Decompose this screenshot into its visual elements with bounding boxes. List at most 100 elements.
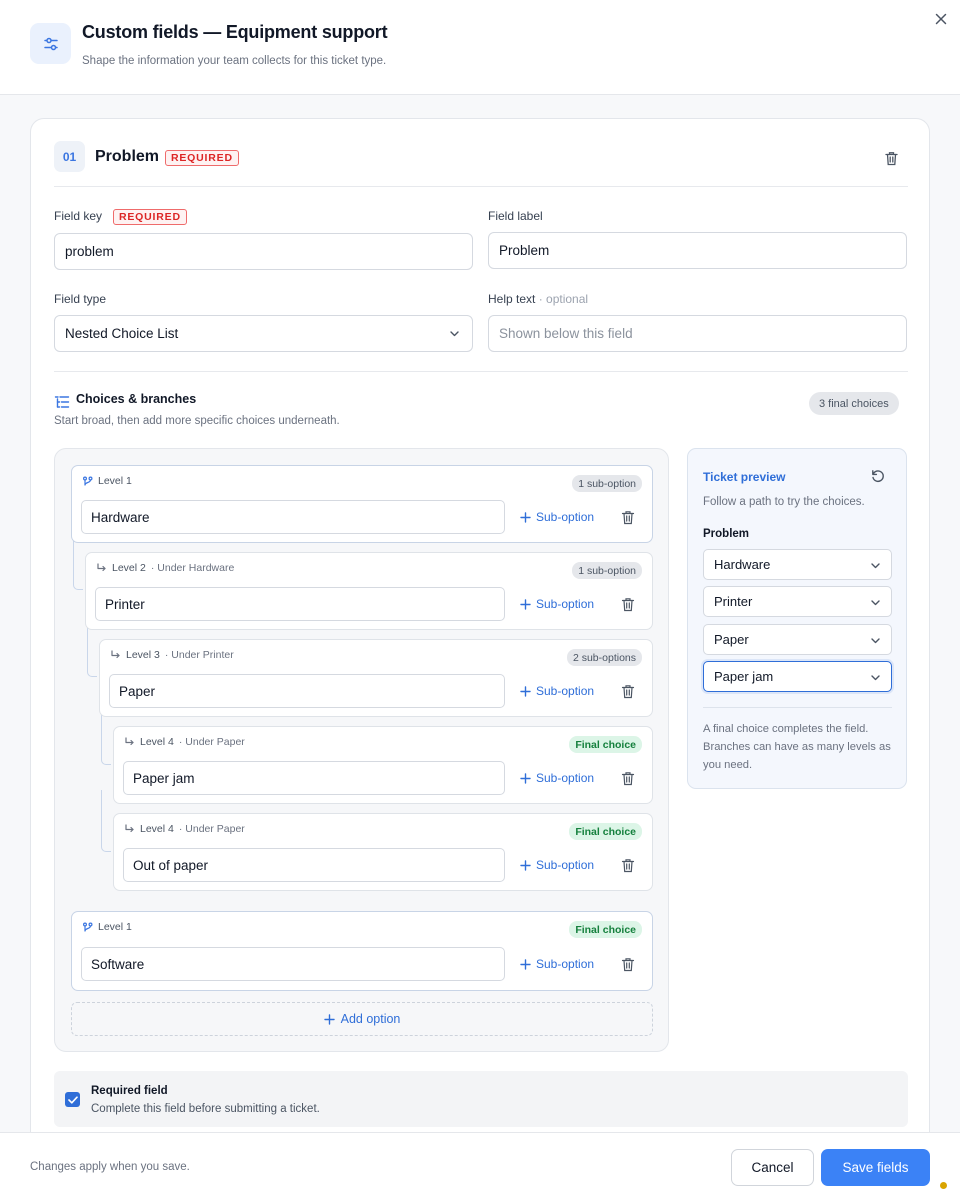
node-level: Level 1 <box>98 475 132 487</box>
footer-note: Changes apply when you save. <box>30 1161 190 1173</box>
choice-input[interactable]: Software <box>81 947 505 981</box>
list-tree-icon <box>54 396 70 408</box>
reset-icon[interactable] <box>870 468 886 484</box>
trash-icon[interactable] <box>621 510 635 525</box>
corner-arrow-icon <box>125 737 134 746</box>
field-type-select[interactable]: Nested Choice List <box>54 315 473 352</box>
node-badge: Final choice <box>569 736 642 753</box>
trash-icon[interactable] <box>621 684 635 699</box>
add-sub-option-button[interactable]: Sub-option <box>520 597 594 611</box>
chevron-down-icon <box>450 331 459 337</box>
divider <box>703 707 892 708</box>
choices-subtitle: Start broad, then add more specific choi… <box>54 415 340 427</box>
add-sub-option-button[interactable]: Sub-option <box>520 957 594 971</box>
required-title: Required field <box>91 1085 168 1097</box>
help-text-input[interactable]: Shown below this field <box>488 315 907 352</box>
node-badge: 1 sub-option <box>572 562 642 579</box>
preview-select-level-1[interactable]: Hardware <box>703 549 892 580</box>
node-level: Level 4 <box>140 823 174 835</box>
plus-icon <box>520 772 531 784</box>
dialog-title: Custom fields — Equipment support <box>82 22 388 42</box>
trash-icon[interactable] <box>621 957 635 972</box>
plus-icon <box>520 685 531 697</box>
choice-node: Level 4 · Under Paper Final choice Paper… <box>113 726 653 804</box>
choice-node: Level 1 1 sub-option Hardware Sub-option <box>71 465 653 543</box>
node-parent: · Under Hardware <box>150 562 235 574</box>
node-parent: · Under Printer <box>164 649 234 661</box>
node-header: Level 4 · Under Paper <box>124 823 245 835</box>
choice-tree: Level 1 1 sub-option Hardware Sub-option… <box>54 448 669 1052</box>
field-key-required-tag: REQUIRED <box>113 209 187 225</box>
field-card: 01 Problem REQUIRED Field key REQUIRED p… <box>30 118 930 1132</box>
node-level: Level 3 <box>126 649 160 661</box>
choice-node: Level 4 · Under Paper Final choice Out o… <box>113 813 653 891</box>
plus-icon <box>520 958 531 970</box>
node-level: Level 4 <box>140 736 174 748</box>
add-sub-option-button[interactable]: Sub-option <box>520 510 594 524</box>
chevron-down-icon <box>871 638 880 644</box>
node-badge: Final choice <box>569 823 642 840</box>
node-level: Level 1 <box>98 921 132 933</box>
node-header: Level 1 <box>82 921 137 933</box>
corner-arrow-icon <box>111 650 120 659</box>
branch-icon <box>83 922 93 931</box>
add-sub-option-button[interactable]: Sub-option <box>520 684 594 698</box>
corner-arrow-icon <box>125 824 134 833</box>
node-level: Level 2 <box>112 562 146 574</box>
add-sub-option-button[interactable]: Sub-option <box>520 771 594 785</box>
choice-node: Level 3 · Under Printer 2 sub-options Pa… <box>99 639 653 717</box>
divider <box>54 371 908 372</box>
required-tag: REQUIRED <box>165 150 239 166</box>
node-badge: Final choice <box>569 921 642 938</box>
field-label-label: Field label <box>488 209 543 223</box>
cancel-button[interactable]: Cancel <box>731 1149 814 1186</box>
preview-subtitle: Follow a path to try the choices. <box>703 496 865 508</box>
delete-field-button[interactable] <box>882 149 900 167</box>
dialog-header: Custom fields — Equipment support Shape … <box>0 0 960 95</box>
trash-icon[interactable] <box>621 597 635 612</box>
field-title: Problem <box>95 148 160 165</box>
close-icon[interactable] <box>932 10 950 28</box>
field-label-input[interactable]: Problem <box>488 232 907 269</box>
preview-select-level-3[interactable]: Paper <box>703 624 892 655</box>
node-parent: · Under Paper <box>178 823 245 835</box>
choice-input[interactable]: Paper jam <box>123 761 505 795</box>
choices-title: Choices & branches <box>76 392 197 406</box>
required-checkbox[interactable] <box>65 1092 80 1107</box>
preview-select-level-4[interactable]: Paper jam <box>703 661 892 692</box>
preview-select-level-2[interactable]: Printer <box>703 586 892 617</box>
field-type-value: Nested Choice List <box>65 326 179 341</box>
dialog-footer: Changes apply when you save. Cancel Save… <box>0 1132 960 1200</box>
check-icon <box>67 1095 78 1104</box>
trash-icon[interactable] <box>621 858 635 873</box>
branch-icon <box>83 476 93 485</box>
required-subtitle: Complete this field before submitting a … <box>91 1103 320 1115</box>
trash-icon <box>884 151 898 165</box>
field-number: 01 <box>54 141 85 172</box>
node-badge: 2 sub-options <box>566 649 642 666</box>
choice-input[interactable]: Printer <box>95 587 505 621</box>
trash-icon[interactable] <box>621 771 635 786</box>
add-sub-option-button[interactable]: Sub-option <box>520 858 594 872</box>
branch-guide <box>101 790 111 852</box>
chevron-down-icon <box>871 563 880 569</box>
field-type-label: Field type <box>54 292 107 306</box>
choice-input[interactable]: Hardware <box>81 500 505 534</box>
choice-input[interactable]: Paper <box>109 674 505 708</box>
node-header: Level 4 · Under Paper <box>124 736 245 748</box>
preview-field-label: Problem <box>703 528 750 540</box>
final-choices-count: 3 final choices <box>809 392 899 415</box>
choice-input[interactable]: Out of paper <box>123 848 505 882</box>
plus-icon <box>520 511 531 523</box>
dialog-body[interactable]: 01 Problem REQUIRED Field key REQUIRED p… <box>0 95 960 1132</box>
field-key-label: Field key <box>54 209 103 223</box>
save-fields-button[interactable]: Save fields <box>821 1149 930 1186</box>
preview-note: A final choice completes the field. Bran… <box>703 723 891 771</box>
node-badge: 1 sub-option <box>572 475 642 492</box>
required-field-option: Required field Complete this field befor… <box>54 1071 908 1127</box>
sliders-icon <box>30 23 71 64</box>
node-parent: · Under Paper <box>178 736 245 748</box>
add-option-button[interactable]: Add option <box>71 1002 653 1036</box>
field-key-input[interactable]: problem <box>54 233 473 270</box>
help-text-label: Help text · optional <box>488 292 589 306</box>
